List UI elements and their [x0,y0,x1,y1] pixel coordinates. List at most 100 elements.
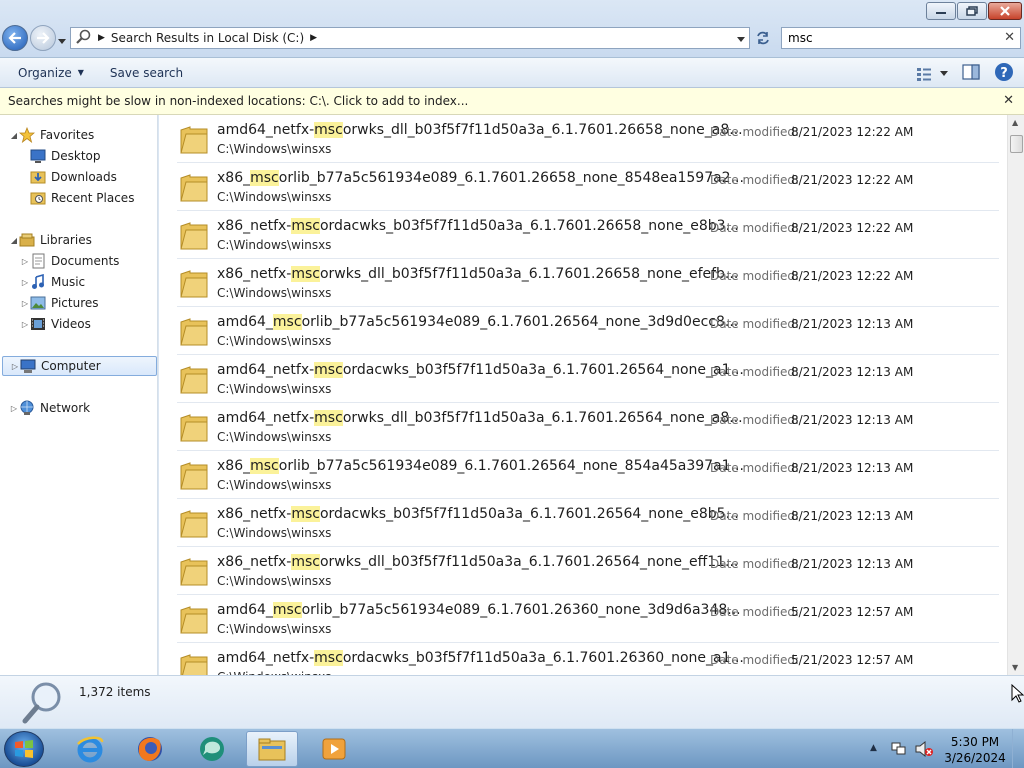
nav-videos[interactable]: ▷ Videos [20,314,91,334]
address-bar[interactable]: ▶ Search Results in Local Disk (C:) ▶ [70,27,750,49]
result-row[interactable]: amd64_netfx-mscordacwks_b03f5f7f11d50a3a… [177,643,999,675]
index-info-bar[interactable]: Searches might be slow in non-indexed lo… [0,88,1024,115]
search-term-highlight: msc [291,554,320,570]
result-row[interactable]: amd64_mscorlib_b77a5c561934e089_6.1.7601… [177,595,999,643]
media-player-icon [322,738,346,760]
date-modified-value: 8/21/2023 12:22 AM [791,173,914,187]
result-name[interactable]: x86_mscorlib_b77a5c561934e089_6.1.7601.2… [217,170,744,186]
help-icon: ? [995,63,1013,81]
nav-recent-places[interactable]: Recent Places [30,188,134,208]
collapsed-arrow-icon[interactable]: ▷ [10,362,20,371]
help-button[interactable]: ? [994,62,1014,85]
result-name[interactable]: amd64_netfx-mscorwks_dll_b03f5f7f11d50a3… [217,122,743,138]
network-tray-icon[interactable] [890,740,908,761]
result-name[interactable]: amd64_mscorlib_b77a5c561934e089_6.1.7601… [217,314,738,330]
result-name[interactable]: x86_netfx-mscorwks_dll_b03f5f7f11d50a3a_… [217,266,738,282]
result-row[interactable]: amd64_netfx-mscorwks_dll_b03f5f7f11d50a3… [177,115,999,163]
result-name[interactable]: x86_netfx-mscordacwks_b03f5f7f11d50a3a_6… [217,506,739,522]
nav-favorites[interactable]: ◢ Favorites [9,125,94,145]
scroll-up-icon[interactable]: ▲ [1012,118,1018,127]
taskbar-windows-explorer[interactable] [246,731,298,767]
result-row[interactable]: x86_mscorlib_b77a5c561934e089_6.1.7601.2… [177,451,999,499]
result-name[interactable]: x86_netfx-mscorwks_dll_b03f5f7f11d50a3a_… [217,554,738,570]
nav-libraries[interactable]: ◢ Libraries [9,230,92,250]
result-row[interactable]: amd64_netfx-mscordacwks_b03f5f7f11d50a3a… [177,355,999,403]
folder-icon [179,507,209,542]
collapsed-arrow-icon[interactable]: ▷ [20,299,30,308]
recent-pages-dropdown[interactable] [58,34,66,48]
result-path: C:\Windows\winsxs [217,334,332,348]
show-desktop-button[interactable] [1012,729,1024,768]
breadcrumb-location[interactable]: Search Results in Local Disk (C:) [111,31,304,45]
breadcrumb-separator-icon[interactable]: ▶ [310,33,317,43]
system-clock[interactable]: 5:30 PM 3/26/2024 [940,734,1010,766]
scroll-down-icon[interactable]: ▼ [1012,663,1018,672]
search-results-icon [20,680,64,729]
nav-desktop[interactable]: Desktop [30,146,101,166]
result-row[interactable]: x86_netfx-mscorwks_dll_b03f5f7f11d50a3a_… [177,259,999,307]
taskbar-media-player[interactable] [308,731,360,767]
nav-pictures[interactable]: ▷ Pictures [20,293,99,313]
result-name[interactable]: x86_mscorlib_b77a5c561934e089_6.1.7601.2… [217,458,744,474]
date-modified-label: Date modified: [710,173,800,187]
close-button[interactable] [988,2,1022,20]
scroll-thumb[interactable] [1010,135,1023,153]
expanded-arrow-icon[interactable]: ◢ [9,236,19,245]
search-term-highlight: msc [291,506,320,522]
result-name[interactable]: amd64_netfx-mscordacwks_b03f5f7f11d50a3a… [217,362,744,378]
result-name[interactable]: amd64_netfx-mscordacwks_b03f5f7f11d50a3a… [217,650,744,666]
navigation-pane: ◢ Favorites Desktop Downloads Recent Pla… [0,115,158,675]
search-box[interactable]: ✕ [781,27,1021,49]
taskbar-app-green[interactable] [186,731,238,767]
volume-muted-icon[interactable] [914,740,934,761]
save-search-button[interactable]: Save search [100,58,193,88]
preview-pane-button[interactable] [962,64,980,83]
firefox-icon [138,737,162,761]
result-row[interactable]: x86_netfx-mscorwks_dll_b03f5f7f11d50a3a_… [177,547,999,595]
nav-network[interactable]: ▷ Network [9,398,90,418]
date-modified-value: 8/21/2023 12:22 AM [791,221,914,235]
result-row[interactable]: x86_netfx-mscordacwks_b03f5f7f11d50a3a_6… [177,499,999,547]
forward-button[interactable] [30,25,56,51]
nav-downloads[interactable]: Downloads [30,167,117,187]
result-name-prefix: amd64_ [217,314,273,330]
result-row[interactable]: amd64_mscorlib_b77a5c561934e089_6.1.7601… [177,307,999,355]
chevron-down-icon: ▼ [77,68,84,77]
collapsed-arrow-icon[interactable]: ▷ [20,320,30,329]
nav-computer[interactable]: ▷ Computer [2,356,157,376]
collapsed-arrow-icon[interactable]: ▷ [20,278,30,287]
nav-libraries-label: Libraries [40,233,92,247]
nav-music[interactable]: ▷ Music [20,272,85,292]
collapsed-arrow-icon[interactable]: ▷ [9,404,19,413]
nav-documents[interactable]: ▷ Documents [20,251,119,271]
clear-search-icon[interactable]: ✕ [1004,30,1015,45]
breadcrumb-separator-icon[interactable]: ▶ [98,33,105,43]
collapsed-arrow-icon[interactable]: ▷ [20,257,30,266]
maximize-button[interactable] [957,2,987,20]
result-name[interactable]: amd64_mscorlib_b77a5c561934e089_6.1.7601… [217,602,741,618]
address-history-dropdown[interactable] [737,32,745,46]
result-row[interactable]: x86_netfx-mscordacwks_b03f5f7f11d50a3a_6… [177,211,999,259]
taskbar-firefox[interactable] [124,731,176,767]
start-button[interactable] [4,731,44,767]
result-name[interactable]: x86_netfx-mscordacwks_b03f5f7f11d50a3a_6… [217,218,739,234]
back-button[interactable] [2,25,28,51]
vertical-scrollbar[interactable]: ▲ ▼ [1007,115,1024,675]
change-view-button[interactable] [916,67,948,81]
search-input[interactable] [788,31,998,45]
date-modified-label: Date modified: [710,461,800,475]
expanded-arrow-icon[interactable]: ◢ [9,131,19,140]
minimize-button[interactable] [926,2,956,20]
info-bar-message[interactable]: Searches might be slow in non-indexed lo… [8,94,468,108]
result-name[interactable]: amd64_netfx-mscorwks_dll_b03f5f7f11d50a3… [217,410,743,426]
show-hidden-icons-button[interactable]: ▲ [870,743,877,753]
nav-computer-label: Computer [41,359,101,373]
svg-text:?: ? [1000,66,1008,81]
result-row[interactable]: x86_mscorlib_b77a5c561934e089_6.1.7601.2… [177,163,999,211]
refresh-button[interactable] [752,27,774,49]
result-row[interactable]: amd64_netfx-mscorwks_dll_b03f5f7f11d50a3… [177,403,999,451]
organize-button[interactable]: Organize ▼ [8,58,94,88]
taskbar-internet-explorer[interactable] [64,731,116,767]
close-info-bar-icon[interactable]: ✕ [1003,93,1014,108]
save-search-label: Save search [109,65,184,80]
